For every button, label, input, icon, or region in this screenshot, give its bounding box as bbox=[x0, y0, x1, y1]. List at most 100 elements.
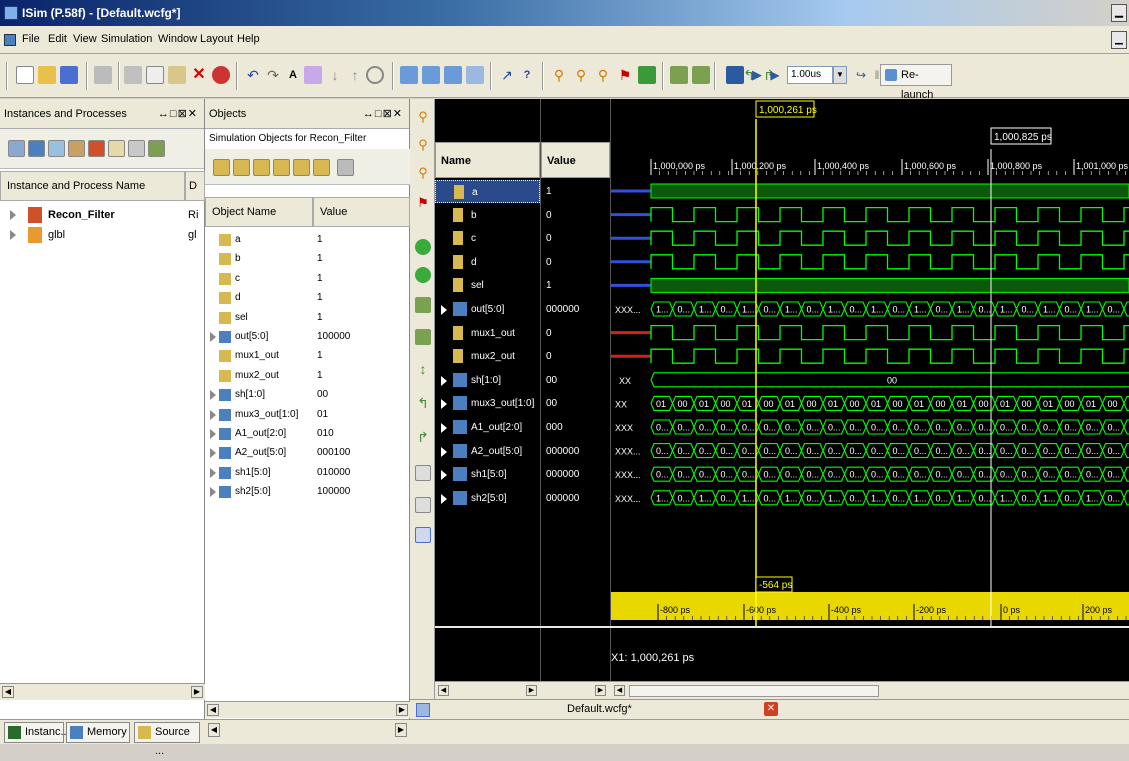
previous-transition-icon[interactable] bbox=[415, 297, 431, 313]
marker-icon[interactable]: ⚑ bbox=[415, 195, 431, 211]
go-to-time-icon[interactable]: ⚑ bbox=[616, 66, 634, 84]
show-components-icon[interactable] bbox=[88, 140, 105, 157]
run-time-field[interactable]: 1.00us bbox=[787, 66, 833, 84]
expand-arrow-icon[interactable] bbox=[441, 446, 447, 457]
menu-file[interactable]: File bbox=[22, 33, 40, 45]
panel-window-controls[interactable]: ↔□⊠✕ bbox=[363, 99, 403, 129]
zoom-in-icon[interactable]: ⚲ bbox=[550, 66, 568, 84]
tab-source[interactable]: Source ... bbox=[134, 722, 200, 757]
menu-view[interactable]: View bbox=[73, 33, 97, 45]
scroll-right-arrow-icon[interactable]: ▶ bbox=[191, 686, 203, 698]
wave-signal-row[interactable]: c bbox=[435, 227, 540, 250]
find-icon[interactable]: A bbox=[284, 66, 302, 84]
go-up-icon[interactable]: ↑ bbox=[346, 66, 364, 84]
snap-to-transition-icon[interactable] bbox=[415, 497, 431, 513]
tab-instances[interactable]: Instanc... bbox=[4, 722, 70, 743]
restart-icon[interactable] bbox=[726, 66, 744, 84]
expand-all-icon[interactable] bbox=[8, 140, 25, 157]
stop-icon[interactable] bbox=[212, 66, 230, 84]
object-row[interactable]: a1 bbox=[205, 230, 409, 250]
add-marker-icon[interactable]: ↕ bbox=[415, 361, 431, 377]
expand-arrow-icon[interactable] bbox=[210, 487, 216, 498]
settings-icon[interactable] bbox=[337, 159, 354, 176]
next-marker-icon[interactable]: ↱ bbox=[415, 429, 431, 445]
cascade-icon[interactable] bbox=[400, 66, 418, 84]
document-menu-icon[interactable] bbox=[4, 34, 16, 46]
waveform-canvas[interactable]: 1,000,000 ps 1,000,200 ps 1,000,400 ps 1,00… bbox=[611, 99, 1129, 681]
open-folder-icon[interactable] bbox=[38, 66, 56, 84]
objects-horizontal-scrollbar[interactable]: ◀ ▶ bbox=[205, 701, 410, 718]
run-icon[interactable]: ▶ bbox=[748, 66, 766, 84]
instances-horizontal-scrollbar[interactable]: ◀ ▶ bbox=[0, 683, 205, 700]
show-hdl-icon[interactable] bbox=[108, 140, 125, 157]
scroll-left-arrow-icon[interactable]: ◀ bbox=[2, 686, 14, 698]
object-name-column-header[interactable]: Object Name bbox=[205, 197, 313, 227]
expand-arrow-icon[interactable] bbox=[210, 467, 216, 478]
close-document-icon[interactable]: ✕ bbox=[764, 702, 778, 716]
expand-arrow-icon[interactable] bbox=[210, 332, 216, 342]
wave-name-column-header[interactable]: Name bbox=[435, 142, 540, 178]
object-row[interactable]: out[5:0] 100000 bbox=[205, 327, 409, 347]
expand-arrow-icon[interactable] bbox=[441, 399, 447, 410]
scroll-left-arrow-icon[interactable]: ◀ bbox=[438, 685, 449, 696]
scroll-left-arrow-icon[interactable]: ◀ bbox=[208, 723, 220, 737]
filter-internal-icon[interactable] bbox=[273, 159, 290, 176]
run-time-dropdown[interactable]: ▼ bbox=[833, 66, 847, 84]
menu-simulation[interactable]: Simulation bbox=[101, 33, 152, 45]
undo-icon[interactable]: ↶ bbox=[244, 66, 262, 84]
cursor-center-icon[interactable] bbox=[638, 66, 656, 84]
show-signals-icon[interactable] bbox=[68, 140, 85, 157]
object-row[interactable]: sh1[5:0] 010000 bbox=[205, 463, 409, 483]
wave-signal-row[interactable]: sh2[5:0] bbox=[435, 487, 540, 510]
object-row[interactable]: mux3_out[1:0] 01 bbox=[205, 405, 409, 425]
tree-item-glbl[interactable]: glbl gl bbox=[0, 225, 204, 245]
panel-window-controls[interactable]: ↔□⊠✕ bbox=[158, 99, 198, 129]
tile-horizontal-icon[interactable] bbox=[422, 66, 440, 84]
expand-arrow-icon[interactable] bbox=[210, 409, 216, 420]
object-row[interactable]: A1_out[2:0] 010 bbox=[205, 424, 409, 444]
object-row[interactable]: d1 bbox=[205, 288, 409, 308]
wave-signal-row[interactable]: mux2_out bbox=[435, 345, 540, 368]
instance-name-column-header[interactable]: Instance and Process Name bbox=[0, 171, 185, 201]
tree-item-recon-filter[interactable]: Recon_Filter Ri bbox=[0, 205, 204, 225]
wave-signal-row[interactable]: out[5:0] bbox=[435, 298, 540, 321]
expand-arrow-icon[interactable] bbox=[441, 493, 447, 504]
menu-help[interactable]: Help bbox=[237, 33, 260, 45]
filter-inputs-icon[interactable] bbox=[213, 159, 230, 176]
expand-arrow-icon[interactable] bbox=[10, 230, 16, 240]
expand-arrow-icon[interactable] bbox=[210, 429, 216, 439]
scroll-thumb[interactable] bbox=[629, 685, 879, 697]
document-restore-button[interactable]: ▁ bbox=[1111, 31, 1127, 49]
delete-icon[interactable]: ✕ bbox=[190, 66, 208, 84]
wave-signal-row[interactable]: sel bbox=[435, 274, 540, 297]
names-horizontal-scrollbar[interactable]: ◀ ▶ ▶ bbox=[435, 681, 611, 699]
wave-signal-row[interactable]: a bbox=[435, 180, 540, 203]
next-transition-icon[interactable] bbox=[692, 66, 710, 84]
scroll-left-arrow-icon[interactable]: ◀ bbox=[614, 685, 625, 696]
object-row[interactable]: sel 1 bbox=[205, 308, 409, 328]
go-to-start-icon[interactable] bbox=[415, 239, 431, 255]
expand-arrow-icon[interactable] bbox=[210, 448, 216, 459]
expand-arrow-icon[interactable] bbox=[441, 305, 447, 315]
relaunch-button[interactable]: Re-launch bbox=[880, 64, 952, 101]
expand-arrow-icon[interactable] bbox=[441, 423, 447, 433]
expand-arrow-icon[interactable] bbox=[441, 375, 447, 386]
object-row[interactable]: mux1_out 1 bbox=[205, 346, 409, 366]
object-row[interactable]: sh2[5:0] 100000 bbox=[205, 482, 409, 502]
redo-icon[interactable]: ↷ bbox=[264, 66, 282, 84]
find-next-icon[interactable] bbox=[304, 66, 322, 84]
object-row[interactable]: b1 bbox=[205, 249, 409, 269]
object-row[interactable]: A2_out[5:0] 000100 bbox=[205, 443, 409, 463]
menu-layout[interactable]: Layout bbox=[200, 33, 233, 45]
pointer-icon[interactable]: ↗ bbox=[498, 66, 516, 84]
document-tab-label[interactable]: Default.wcfg* bbox=[567, 703, 632, 715]
show-files-icon[interactable] bbox=[128, 140, 145, 157]
expand-arrow-icon[interactable] bbox=[441, 470, 447, 481]
swap-cursors-icon[interactable] bbox=[415, 465, 431, 481]
wave-horizontal-scrollbar[interactable]: ◀ bbox=[611, 681, 1129, 699]
scroll-right-arrow-icon[interactable]: ▶ bbox=[595, 685, 606, 696]
wave-signal-row[interactable]: A1_out[2:0] bbox=[435, 416, 540, 439]
window-icon[interactable] bbox=[466, 66, 484, 84]
wave-signal-row[interactable]: sh[1:0] bbox=[435, 369, 540, 392]
menu-edit[interactable]: Edit bbox=[48, 33, 67, 45]
